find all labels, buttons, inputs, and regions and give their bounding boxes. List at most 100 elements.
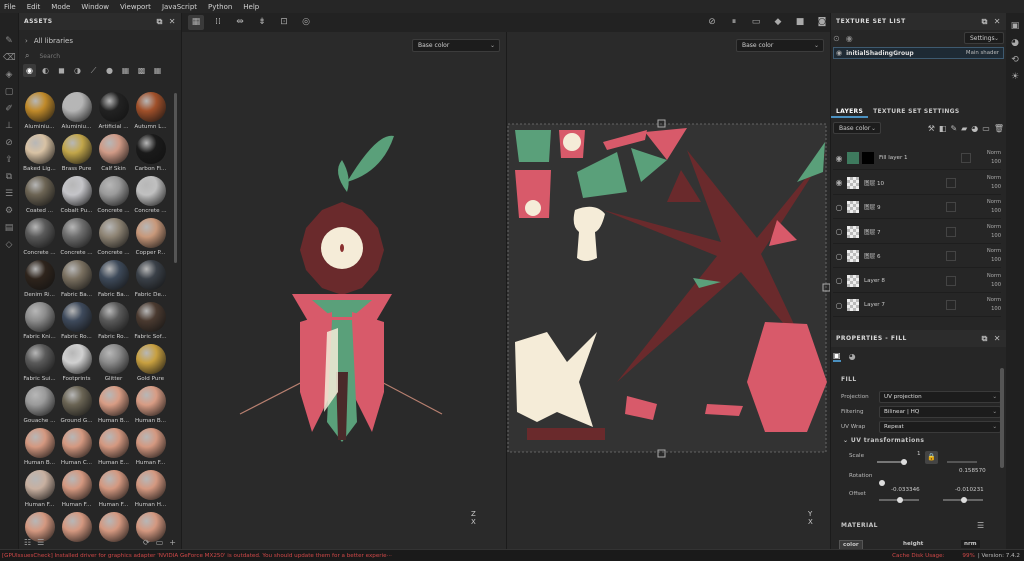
asset-tile[interactable]: Concrete ... [95,217,132,258]
folder-icon[interactable]: ▭ [156,538,164,547]
add-icon[interactable]: + [169,538,176,547]
asset-tile[interactable]: Human F... [95,469,132,510]
asset-tile[interactable]: Ground G... [58,385,95,426]
texture-set-list-icon[interactable]: ▣ [1009,21,1021,35]
assets-scrollbar[interactable] [174,93,177,263]
scale-y-value[interactable]: 0.158570 [959,468,986,474]
asset-tile[interactable]: Human C... [58,427,95,468]
eye-icon[interactable]: ○ [833,227,845,236]
asset-tile[interactable]: Aluminiu... [58,91,95,132]
layer-mask-slot[interactable] [946,202,956,212]
asset-tile[interactable]: Fabric De... [132,259,169,300]
menu-file[interactable]: File [4,3,16,11]
grid-view-icon[interactable]: ▦ [151,64,164,77]
asset-tile[interactable]: Human B... [95,385,132,426]
filtering-dropdown[interactable]: Bilinear | HQ ⌄ [879,405,1001,418]
scale-slider-handle[interactable] [901,459,907,465]
eye-icon[interactable]: ◉ [833,178,845,187]
asset-tile[interactable]: Aluminiu... [21,91,58,132]
asset-tile[interactable]: Gouache ... [21,385,58,426]
layer-blend[interactable]: Norm 100 [981,296,1001,314]
render-mode-icon[interactable]: ▭ [748,15,764,30]
add-mask-icon[interactable]: ◧ [939,124,947,133]
menu-javascript[interactable]: JavaScript [162,3,197,11]
pause-icon[interactable]: ⏸ [726,15,742,30]
asset-tile[interactable]: Fabric Ro... [95,301,132,342]
particles-filter-icon[interactable]: ● [103,64,116,77]
layer-mask-slot[interactable] [946,177,956,188]
iray-off-icon[interactable]: ⊘ [704,15,720,30]
layer-blend[interactable]: Norm 100 [981,272,1001,290]
asset-tile[interactable]: Fabric Sui... [21,343,58,384]
layer-row[interactable]: ○ 图层 9 Norm 100 [833,196,1001,219]
close-icon[interactable]: ✕ [994,334,1001,343]
asset-tile[interactable]: Fabric Kni... [21,301,58,342]
layer-blend[interactable]: Norm 100 [981,198,1001,216]
menu-viewport[interactable]: Viewport [120,3,151,11]
asset-tile[interactable]: Denim Ri... [21,259,58,300]
asset-tile[interactable]: Human F... [132,427,169,468]
asset-tile[interactable]: Cobalt Pu... [58,175,95,216]
height-channel-button[interactable]: height [903,541,923,547]
clone-stamp-icon[interactable]: ⊥ [3,120,15,133]
eye-icon[interactable]: ○ [833,252,845,261]
eraser-icon[interactable]: ⌫ [3,52,16,65]
document-icon[interactable]: ▤ [3,222,15,235]
textures-filter-icon[interactable]: ▦ [119,64,132,77]
layer-mask-slot[interactable] [946,251,956,261]
layer-channel-dropdown[interactable]: Base color ⌄ [833,122,881,134]
settings-dropdown[interactable]: Settings ⌄ [964,32,1004,44]
cube-icon[interactable]: ◇ [3,239,15,252]
offset-x-handle[interactable] [897,497,903,503]
asset-tile[interactable]: Footprints [58,343,95,384]
export-icon[interactable]: ⇪ [3,154,15,167]
refresh-icon[interactable]: ⟳ [143,538,150,547]
rotation-slider-handle[interactable] [879,480,885,486]
shader-settings-icon[interactable]: ⚙ [3,205,15,218]
library-selector[interactable]: › All libraries [19,33,181,49]
asset-tile[interactable]: Concrete ... [58,217,95,258]
grid-layout-icon[interactable]: ▦ [188,15,204,30]
uvwrap-dropdown[interactable]: Repeat ⌄ [879,420,1001,433]
menu-help[interactable]: Help [243,3,259,11]
texture-set-row[interactable]: ◉ initialShadingGroup Main shader [833,47,1004,59]
bake-icon[interactable]: ⧉ [3,171,15,184]
paint-brush-icon[interactable]: ✎ [3,35,15,48]
layer-mask-slot[interactable] [961,153,971,163]
visibility-icon[interactable]: ◉ [846,34,853,43]
offset-y-value[interactable]: -0.010231 [955,487,984,493]
asset-tile[interactable]: Human H... [132,469,169,510]
screenshot-icon[interactable]: ◙ [814,15,830,30]
asset-tile[interactable]: Fabric Ba... [95,259,132,300]
list-toggle-icon[interactable]: ☰ [37,538,44,547]
asset-tile[interactable]: Baked Lig... [21,133,58,174]
uv-transformations-header[interactable]: ⌄ UV transformations [843,437,924,444]
delete-icon[interactable]: 🗑 [994,124,1004,133]
add-effect-icon[interactable]: ⚒ [928,124,935,133]
materials-filter-icon[interactable]: ◉ [23,64,36,77]
asset-tile[interactable]: Human E... [95,427,132,468]
asset-tile[interactable]: Fabric Ba... [58,259,95,300]
layer-blend[interactable]: Norm 100 [981,223,1001,241]
asset-tile[interactable]: Human F... [58,469,95,510]
layer-row[interactable]: ○ Layer 8 Norm 100 [833,270,1001,293]
undock-icon[interactable]: ⧉ [982,334,988,344]
asset-tile[interactable]: Gold Pure [132,343,169,384]
asset-tile[interactable]: Autumn L... [132,91,169,132]
tab-texture-set-settings[interactable]: TEXTURE SET SETTINGS [868,105,964,118]
asset-tile[interactable]: Concrete ... [132,175,169,216]
asset-tile[interactable]: Coated ... [21,175,58,216]
cube-view-icon[interactable]: ◆ [770,15,786,30]
smart-materials-filter-icon[interactable]: ◐ [39,64,52,77]
tab-layers[interactable]: LAYERS [831,105,869,118]
offset-x-value[interactable]: -0.033346 [891,487,920,493]
asset-tile[interactable]: Fabric Ro... [58,301,95,342]
asset-tile[interactable]: Concrete ... [21,217,58,258]
layer-row[interactable]: ○ 图层 7 Norm 100 [833,221,1001,244]
smart-masks-filter-icon[interactable]: ◼ [55,64,68,77]
lock-ratio-icon[interactable]: 🔒 [925,451,938,464]
viewport-3d[interactable]: Base color ⌄ Z X [182,32,506,549]
environments-filter-icon[interactable]: ▩ [135,64,148,77]
asset-tile[interactable]: Human F... [21,469,58,510]
layer-row[interactable]: ○ 图层 6 Norm 100 [833,245,1001,268]
